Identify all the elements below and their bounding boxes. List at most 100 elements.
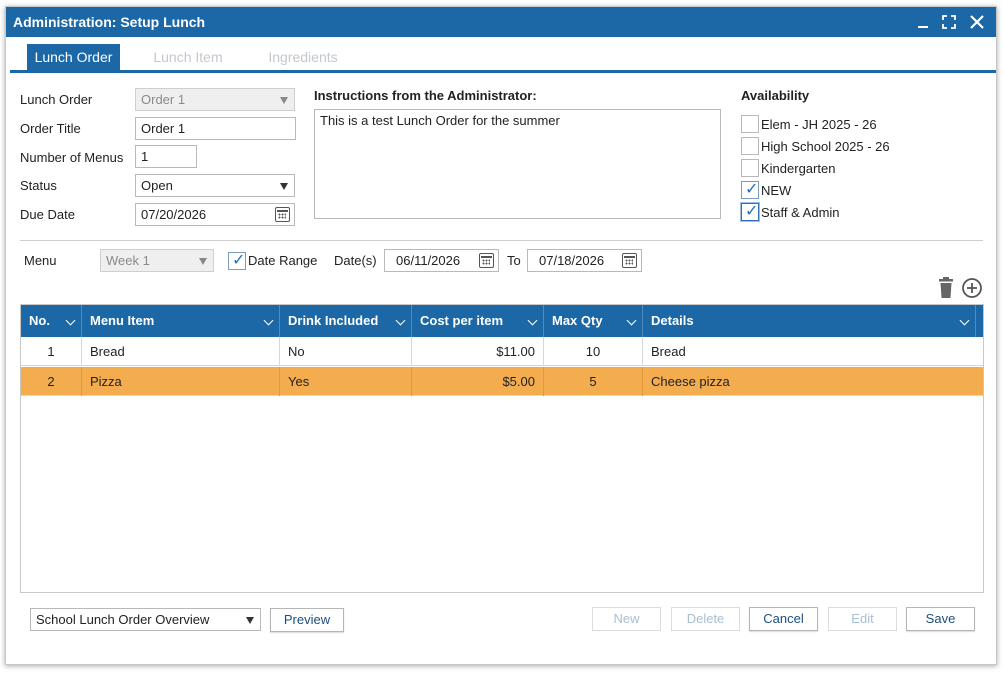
- tab-ingredients[interactable]: Ingredients: [253, 44, 353, 70]
- report-select[interactable]: School Lunch Order Overview: [30, 608, 261, 631]
- lunch-order-select: Order 1: [135, 88, 295, 111]
- tab-lunch-order[interactable]: Lunch Order: [27, 44, 120, 70]
- chevron-down-icon: [246, 617, 254, 624]
- availability-checkbox-high-school[interactable]: [741, 137, 759, 155]
- add-circle-icon[interactable]: [961, 277, 983, 299]
- close-icon[interactable]: [968, 13, 986, 31]
- section-divider: [20, 240, 983, 241]
- column-header-label: Cost per item: [420, 313, 504, 328]
- availability-checkbox-new[interactable]: ✓: [741, 179, 759, 199]
- due-date-value: 07/20/2026: [141, 207, 207, 222]
- tab-lunch-item[interactable]: Lunch Item: [140, 44, 236, 70]
- chevron-down-icon[interactable]: [527, 315, 538, 326]
- cell-cost-per-item: $5.00: [412, 367, 544, 396]
- status-label: Status: [20, 178, 57, 193]
- instructions-label: Instructions from the Administrator:: [314, 88, 537, 103]
- title-bar[interactable]: Administration: Setup Lunch: [6, 7, 996, 37]
- menu-label: Menu: [24, 253, 57, 268]
- minimize-icon[interactable]: [914, 13, 932, 31]
- cell-details: Bread: [651, 344, 686, 359]
- availability-checkbox-staff-admin[interactable]: ✓: [741, 201, 759, 221]
- due-date-label: Due Date: [20, 207, 75, 222]
- to-label: To: [507, 253, 521, 268]
- availability-item-label: High School 2025 - 26: [761, 139, 890, 154]
- column-header-label: Max Qty: [552, 313, 603, 328]
- table-row[interactable]: 1 Bread No $11.00 10 Bread: [21, 337, 983, 366]
- status-value: Open: [141, 178, 173, 193]
- column-header-label: Drink Included: [288, 313, 379, 328]
- date-range-checkbox[interactable]: ✓: [228, 250, 246, 270]
- cell-drink-included: Yes: [280, 367, 412, 396]
- chevron-down-icon[interactable]: [395, 315, 406, 326]
- preview-button[interactable]: Preview: [270, 608, 344, 632]
- checkmark-icon: ✓: [232, 250, 246, 269]
- cell-no: 2: [21, 367, 82, 396]
- grid-header: No. Menu Item Drink Included Cost per it…: [21, 305, 983, 337]
- menu-value: Week 1: [106, 253, 150, 268]
- order-title-field[interactable]: Order 1: [135, 117, 296, 140]
- column-header-max-qty[interactable]: Max Qty: [544, 305, 643, 337]
- chevron-down-icon[interactable]: [626, 315, 637, 326]
- availability-checkbox-elem-jh[interactable]: [741, 115, 759, 133]
- cell-menu-item: Pizza: [82, 367, 280, 396]
- cell-cost-per-item: $11.00: [412, 337, 544, 366]
- column-header-label: No.: [29, 313, 50, 328]
- cell-menu-item: Bread: [82, 337, 280, 366]
- availability-label: Availability: [741, 88, 810, 103]
- maximize-icon[interactable]: [940, 13, 958, 31]
- number-of-menus-label: Number of Menus: [20, 150, 124, 165]
- availability-checkbox-kindergarten[interactable]: [741, 159, 759, 177]
- table-row-selected[interactable]: 2 Pizza Yes $5.00 5 Cheese pizza: [21, 367, 983, 396]
- date-to-field[interactable]: 07/18/2026: [527, 249, 642, 272]
- status-select[interactable]: Open: [135, 174, 295, 197]
- availability-item-label: Kindergarten: [761, 161, 836, 176]
- date-from-field[interactable]: 06/11/2026: [384, 249, 499, 272]
- cell-no: 1: [21, 337, 82, 366]
- window-title: Administration: Setup Lunch: [13, 14, 206, 30]
- dates-label: Date(s): [334, 253, 377, 268]
- chevron-down-icon: [280, 97, 288, 104]
- column-header-label: Menu Item: [90, 313, 155, 328]
- column-header-drink-included[interactable]: Drink Included: [280, 305, 412, 337]
- cell-details: Cheese pizza: [651, 374, 730, 389]
- column-header-menu-item[interactable]: Menu Item: [82, 305, 280, 337]
- trash-icon[interactable]: [936, 277, 956, 299]
- new-button[interactable]: New: [592, 607, 661, 631]
- date-to-value: 07/18/2026: [539, 253, 605, 268]
- date-range-label: Date Range: [248, 253, 318, 268]
- column-header-details[interactable]: Details: [643, 305, 976, 337]
- calendar-icon[interactable]: [622, 253, 637, 268]
- save-button[interactable]: Save: [906, 607, 975, 631]
- lunch-order-label: Lunch Order: [20, 92, 93, 107]
- order-title-label: Order Title: [20, 121, 81, 136]
- delete-button[interactable]: Delete: [671, 607, 740, 631]
- lunch-order-value: Order 1: [141, 92, 186, 107]
- cell-max-qty: 5: [544, 367, 643, 396]
- menu-select: Week 1: [100, 249, 214, 272]
- calendar-icon[interactable]: [479, 253, 494, 268]
- chevron-down-icon[interactable]: [959, 315, 970, 326]
- chevron-down-icon[interactable]: [65, 315, 76, 326]
- date-from-value: 06/11/2026: [396, 253, 461, 268]
- column-header-cost-per-item[interactable]: Cost per item: [412, 305, 544, 337]
- chevron-down-icon: [199, 258, 207, 265]
- due-date-field[interactable]: 07/20/2026: [135, 203, 295, 226]
- availability-item-label: Staff & Admin: [761, 205, 840, 220]
- menu-items-grid: No. Menu Item Drink Included Cost per it…: [20, 304, 984, 593]
- chevron-down-icon: [280, 183, 288, 190]
- edit-button[interactable]: Edit: [828, 607, 897, 631]
- setup-lunch-dialog: Administration: Setup Lunch Lunch Order …: [5, 6, 997, 665]
- cancel-button[interactable]: Cancel: [749, 607, 818, 631]
- cell-max-qty: 10: [544, 337, 643, 366]
- tab-bar: Lunch Order Lunch Item Ingredients: [10, 43, 996, 73]
- chevron-down-icon[interactable]: [263, 315, 274, 326]
- column-header-no[interactable]: No.: [21, 305, 82, 337]
- calendar-icon[interactable]: [275, 207, 290, 222]
- availability-item-label: Elem - JH 2025 - 26: [761, 117, 877, 132]
- report-select-value: School Lunch Order Overview: [36, 612, 210, 627]
- number-of-menus-field[interactable]: 1: [135, 145, 197, 168]
- availability-item-label: NEW: [761, 183, 792, 198]
- instructions-textarea[interactable]: This is a test Lunch Order for the summe…: [314, 109, 721, 219]
- checkmark-icon: ✓: [745, 179, 759, 198]
- checkmark-icon: ✓: [745, 201, 759, 220]
